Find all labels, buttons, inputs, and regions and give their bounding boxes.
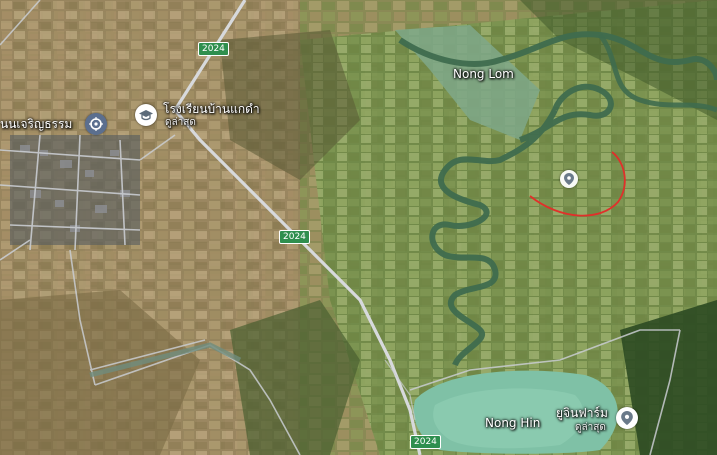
temple-icon xyxy=(89,117,103,131)
road-shield-2024: 2024 xyxy=(410,435,441,449)
location-pin-marker[interactable] xyxy=(560,170,578,188)
location-pin-icon xyxy=(621,411,633,425)
road-shield-2024: 2024 xyxy=(198,42,229,56)
school-poi-marker[interactable] xyxy=(135,104,157,126)
farm-poi-marker[interactable] xyxy=(616,407,638,429)
satellite-imagery xyxy=(0,0,717,455)
poi-sublabel-school: ดูล่าสุด xyxy=(165,117,196,128)
poi-sublabel-farm: ดูล่าสุด xyxy=(575,422,606,433)
poi-label-temple[interactable]: นนเจริญธรรม xyxy=(0,117,72,131)
poi-label-school[interactable]: โรงเรียนบ้านแกดำ xyxy=(163,102,260,116)
temple-poi-marker[interactable] xyxy=(85,113,107,135)
place-label-nong-hin: Nong Hin xyxy=(485,416,541,430)
location-pin-icon xyxy=(564,173,574,185)
place-label-nong-lom: Nong Lom xyxy=(453,67,514,81)
poi-label-farm[interactable]: ยูจินฟาร์ม xyxy=(556,406,608,420)
map-view[interactable]: 2024 2024 2024 Nong Lom Nong Hin นนเจริญ… xyxy=(0,0,717,455)
road-shield-2024: 2024 xyxy=(279,230,310,244)
school-icon xyxy=(139,110,153,121)
